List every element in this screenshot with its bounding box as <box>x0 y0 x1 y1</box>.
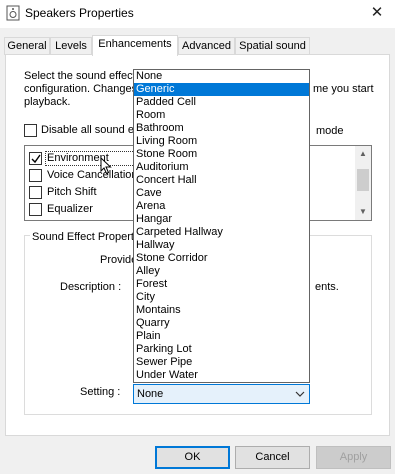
speaker-properties-icon <box>6 5 20 21</box>
window-title: Speakers Properties <box>25 6 134 20</box>
chevron-down-icon[interactable] <box>295 387 305 404</box>
dropdown-option[interactable]: Auditorium <box>134 161 309 174</box>
setting-combobox[interactable]: None <box>133 384 310 404</box>
dropdown-option[interactable]: City <box>134 291 309 304</box>
dropdown-option[interactable]: Hallway <box>134 239 309 252</box>
close-button[interactable]: ✕ <box>359 0 395 28</box>
effect-label: Equalizer <box>47 203 93 215</box>
dropdown-option[interactable]: Concert Hall <box>134 174 309 187</box>
dropdown-option[interactable]: Quarry <box>134 317 309 330</box>
dropdown-option[interactable]: Bathroom <box>134 122 309 135</box>
mouse-cursor-icon <box>100 156 112 178</box>
group-title: Sound Effect Propert <box>30 231 136 243</box>
dropdown-option[interactable]: Generic <box>134 83 309 96</box>
tab-strip: General Levels Enhancements Advanced Spa… <box>0 35 395 56</box>
dropdown-option[interactable]: Under Water <box>134 369 309 382</box>
description-label: Description : <box>60 281 122 293</box>
dropdown-option[interactable]: None <box>134 70 309 83</box>
tab-levels[interactable]: Levels <box>50 37 92 55</box>
effect-label: Pitch Shift <box>47 186 97 198</box>
dropdown-option[interactable]: Hangar <box>134 213 309 226</box>
pitch-shift-checkbox[interactable] <box>29 186 42 199</box>
dropdown-option[interactable]: Arena <box>134 200 309 213</box>
equalizer-checkbox[interactable] <box>29 203 42 216</box>
tab-spatial-sound[interactable]: Spatial sound <box>235 37 310 55</box>
dropdown-option[interactable]: Parking Lot <box>134 343 309 356</box>
tab-general[interactable]: General <box>4 37 50 55</box>
tab-advanced[interactable]: Advanced <box>178 37 235 55</box>
ok-button[interactable]: OK <box>155 446 230 469</box>
dropdown-option[interactable]: Living Room <box>134 135 309 148</box>
scroll-up-arrow-icon[interactable]: ▲ <box>355 146 371 162</box>
environment-checkbox[interactable] <box>29 152 42 165</box>
dropdown-option[interactable]: Sewer Pipe <box>134 356 309 369</box>
dropdown-option[interactable]: Carpeted Hallway <box>134 226 309 239</box>
setting-dropdown-list[interactable]: None Generic Padded Cell Room Bathroom Living… <box>133 69 310 383</box>
list-scrollbar[interactable]: ▲ ▼ <box>355 146 371 220</box>
dropdown-option[interactable]: Stone Corridor <box>134 252 309 265</box>
disable-all-label: Disable all sound eff <box>41 124 140 136</box>
disable-all-label-tail: mode <box>316 125 344 137</box>
dropdown-option[interactable]: Forest <box>134 278 309 291</box>
tab-enhancements[interactable]: Enhancements <box>92 35 178 56</box>
dropdown-option[interactable]: Montains <box>134 304 309 317</box>
dropdown-option[interactable]: Alley <box>134 265 309 278</box>
checkbox-box[interactable] <box>24 124 37 137</box>
dropdown-option[interactable]: Cave <box>134 187 309 200</box>
dropdown-option[interactable]: Stone Room <box>134 148 309 161</box>
setting-value: None <box>137 388 164 400</box>
apply-button[interactable]: Apply <box>316 446 391 469</box>
cancel-button[interactable]: Cancel <box>235 446 310 469</box>
scrollbar-thumb[interactable] <box>357 169 369 191</box>
scroll-down-arrow-icon[interactable]: ▼ <box>355 204 371 220</box>
voice-cancellation-checkbox[interactable] <box>29 169 42 182</box>
dropdown-option[interactable]: Plain <box>134 330 309 343</box>
dropdown-option[interactable]: Padded Cell <box>134 96 309 109</box>
description-value-tail: ents. <box>315 281 339 293</box>
effect-label: Voice Cancellation <box>47 169 138 181</box>
dropdown-option[interactable]: Room <box>134 109 309 122</box>
description-tail: me you start <box>313 83 374 95</box>
setting-label: Setting : <box>80 386 121 398</box>
title-bar: Speakers Properties ✕ <box>0 0 395 28</box>
check-icon <box>31 154 41 164</box>
